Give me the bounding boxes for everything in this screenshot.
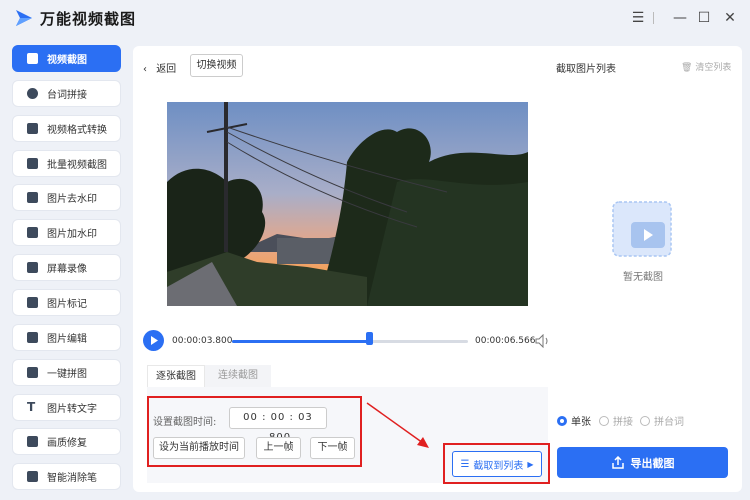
sidebar-item-collage[interactable]: 一键拼图 — [12, 359, 121, 386]
eraser-icon — [27, 471, 38, 482]
sidebar-item-batch-screenshot[interactable]: 批量视频截图 — [12, 150, 121, 177]
play-icon — [151, 336, 158, 345]
sidebar-item-label: 视频截图 — [47, 55, 87, 66]
sidebar-item-add-watermark[interactable]: 图片加水印 — [12, 219, 121, 246]
sidebar-item-subtitle-join[interactable]: 台词拼接 — [12, 80, 121, 107]
screenshot-list-title: 截取图片列表 — [556, 64, 616, 75]
radio-subtitle-join[interactable]: 拼台词 — [640, 413, 684, 428]
sidebar-item-image-mark[interactable]: 图片标记 — [12, 289, 121, 316]
sidebar-item-remove-watermark[interactable]: 图片去水印 — [12, 184, 121, 211]
image-edit-icon — [27, 332, 38, 343]
radio-dot — [640, 415, 650, 426]
tab-continuous-screenshot[interactable]: 连续截图 — [205, 365, 271, 387]
sidebar-item-label: 一键拼图 — [47, 369, 87, 380]
app-logo-icon — [16, 10, 32, 26]
switch-video-button[interactable]: 切换视频 — [190, 54, 243, 77]
progress-slider[interactable] — [232, 332, 468, 345]
sidebar-item-label: 图片转文字 — [47, 404, 97, 415]
sidebar-item-quality-repair[interactable]: 画质修复 — [12, 428, 121, 455]
radio-subtitle-join-label: 拼台词 — [654, 417, 684, 428]
video-frame-image — [167, 102, 528, 306]
sidebar-item-video-screenshot[interactable]: 视频截图 — [12, 45, 121, 72]
close-icon[interactable]: ✕ — [720, 8, 740, 28]
annotation-box-settings — [147, 396, 362, 467]
maximize-icon[interactable]: ☐ — [694, 8, 714, 28]
sidebar-item-label: 批量视频截图 — [47, 160, 107, 171]
current-time: 00:00:03.800 — [172, 336, 233, 346]
sidebar-item-label: 图片去水印 — [47, 194, 97, 205]
image-mark-icon — [27, 297, 38, 308]
sidebar-item-label: 台词拼接 — [47, 90, 87, 101]
sidebar: 视频截图 台词拼接 视频格式转换 批量视频截图 图片去水印 图片加水印 屏幕录像… — [0, 36, 130, 500]
minimize-icon[interactable]: — — [670, 8, 690, 28]
text-icon: T — [27, 400, 36, 414]
sidebar-item-screen-record[interactable]: 屏幕录像 — [12, 254, 121, 281]
sidebar-item-smart-eraser[interactable]: 智能消除笔 — [12, 463, 121, 490]
annotation-box-capture — [443, 443, 550, 484]
trash-icon: 🗑 — [681, 63, 693, 73]
video-screenshot-icon — [27, 53, 38, 64]
tab-single-screenshot[interactable]: 逐张截图 — [147, 365, 205, 387]
batch-screenshot-icon — [27, 158, 38, 169]
empty-screenshot-icon — [612, 201, 672, 257]
radio-single[interactable]: 单张 — [557, 413, 591, 428]
subtitle-join-icon — [27, 88, 38, 99]
play-button[interactable] — [143, 330, 164, 351]
clear-list-label: 清空列表 — [695, 63, 732, 73]
radio-join[interactable]: 拼接 — [599, 413, 633, 428]
sidebar-item-label: 智能消除笔 — [47, 473, 97, 484]
sidebar-item-label: 图片编辑 — [47, 334, 87, 345]
clear-list-button[interactable]: 🗑 清空列表 — [681, 60, 731, 73]
format-convert-icon — [27, 123, 38, 134]
title-bar: 万能视频截图 ☰ — ☐ ✕ — [0, 0, 750, 36]
back-button[interactable]: ‹ 返回 — [143, 60, 176, 75]
sidebar-item-label: 图片加水印 — [47, 229, 97, 240]
progress-fill — [232, 340, 369, 343]
sidebar-item-label: 画质修复 — [47, 438, 87, 449]
sidebar-item-format-convert[interactable]: 视频格式转换 — [12, 115, 121, 142]
titlebar-divider — [653, 12, 654, 24]
quality-repair-icon — [27, 436, 38, 447]
empty-list-text: 暂无截图 — [623, 272, 663, 283]
radio-join-label: 拼接 — [613, 417, 633, 428]
export-label: 导出截图 — [630, 456, 675, 470]
volume-icon[interactable] — [535, 334, 551, 348]
export-icon — [611, 455, 624, 469]
collage-icon — [27, 367, 38, 378]
remove-watermark-icon — [27, 192, 38, 203]
chevron-left-icon: ‹ — [143, 64, 147, 75]
screen-record-icon — [27, 262, 38, 273]
end-time: 00:00:06.566 — [475, 336, 536, 346]
sidebar-item-label: 屏幕录像 — [47, 264, 87, 275]
back-label: 返回 — [156, 64, 177, 75]
annotation-arrow-icon — [366, 402, 429, 448]
radio-dot — [599, 415, 609, 426]
main-panel: ‹ 返回 切换视频 截取图片列表 🗑 清空列表 00:00:03.800 00:… — [133, 46, 742, 492]
sidebar-item-image-edit[interactable]: 图片编辑 — [12, 324, 121, 351]
radio-dot — [557, 415, 567, 426]
video-preview[interactable] — [167, 102, 528, 306]
progress-handle[interactable] — [365, 332, 373, 345]
sidebar-item-label: 图片标记 — [47, 299, 87, 310]
sidebar-item-label: 视频格式转换 — [47, 125, 107, 136]
sidebar-item-image-to-text[interactable]: T 图片转文字 — [12, 394, 121, 421]
app-title: 万能视频截图 — [40, 10, 137, 28]
menu-icon[interactable]: ☰ — [628, 8, 648, 28]
export-screenshot-button[interactable]: 导出截图 — [557, 447, 728, 478]
radio-single-label: 单张 — [571, 417, 591, 428]
add-watermark-icon — [27, 227, 38, 238]
